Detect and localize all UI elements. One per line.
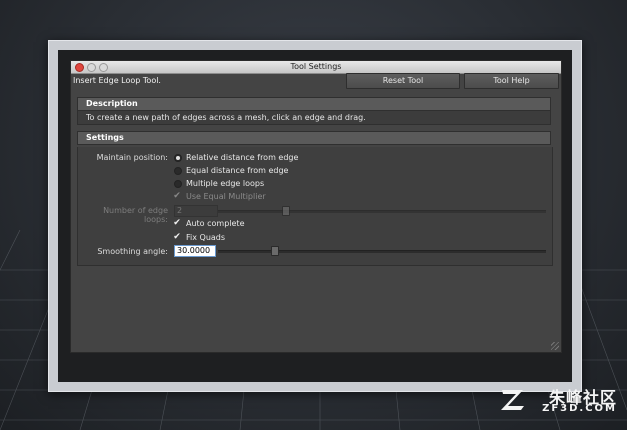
description-text: To create a new path of edges across a m… xyxy=(77,111,551,125)
fix-quads-label: Fix Quads xyxy=(186,233,226,242)
use-equal-multiplier-checkbox[interactable]: ✔ xyxy=(173,192,181,201)
description-section: Description To create a new path of edge… xyxy=(77,97,551,125)
settings-section: Settings xyxy=(77,131,551,145)
edge-loops-slider-handle[interactable] xyxy=(282,206,290,216)
settings-header[interactable]: Settings xyxy=(77,131,551,145)
auto-complete-checkbox[interactable]: ✔ xyxy=(173,219,181,228)
use-equal-multiplier-label: Use Equal Multiplier xyxy=(186,192,266,201)
number-of-edge-loops-label: Number of edge loops: xyxy=(103,206,168,224)
maintain-position-label: Maintain position: xyxy=(96,153,168,162)
radio-equal-distance[interactable] xyxy=(174,167,182,175)
watermark: 朱峰社区 ZF3D.COM xyxy=(487,384,617,418)
tool-settings-window: Tool Settings Insert Edge Loop Tool. Res… xyxy=(70,60,562,353)
option-relative-distance: Relative distance from edge xyxy=(186,153,299,162)
smoothing-angle-slider-handle[interactable] xyxy=(271,246,279,256)
settings-body: Maintain position: Relative distance fro… xyxy=(77,147,553,266)
watermark-en: ZF3D.COM xyxy=(542,403,617,414)
radio-relative-distance[interactable] xyxy=(174,154,182,162)
radio-multiple-edge-loops[interactable] xyxy=(174,180,182,188)
option-multiple-edge-loops: Multiple edge loops xyxy=(186,179,265,188)
smoothing-angle-field[interactable]: 30.0000 xyxy=(174,245,216,257)
tool-name-label: Insert Edge Loop Tool. xyxy=(73,76,161,85)
option-equal-distance: Equal distance from edge xyxy=(186,166,289,175)
zf-logo-icon xyxy=(501,390,524,410)
description-header[interactable]: Description xyxy=(77,97,551,111)
tool-help-button[interactable]: Tool Help xyxy=(464,73,559,89)
edge-loops-slider-track[interactable] xyxy=(218,210,546,213)
reset-tool-button[interactable]: Reset Tool xyxy=(346,73,460,89)
smoothing-angle-label: Smoothing angle: xyxy=(97,247,168,256)
number-of-edge-loops-field[interactable]: 2 xyxy=(174,205,218,217)
window-title: Tool Settings xyxy=(290,62,342,71)
resize-grip-icon[interactable] xyxy=(551,342,559,350)
fix-quads-checkbox[interactable]: ✔ xyxy=(173,233,181,242)
smoothing-angle-slider-track[interactable] xyxy=(218,250,546,253)
auto-complete-label: Auto complete xyxy=(186,219,245,228)
